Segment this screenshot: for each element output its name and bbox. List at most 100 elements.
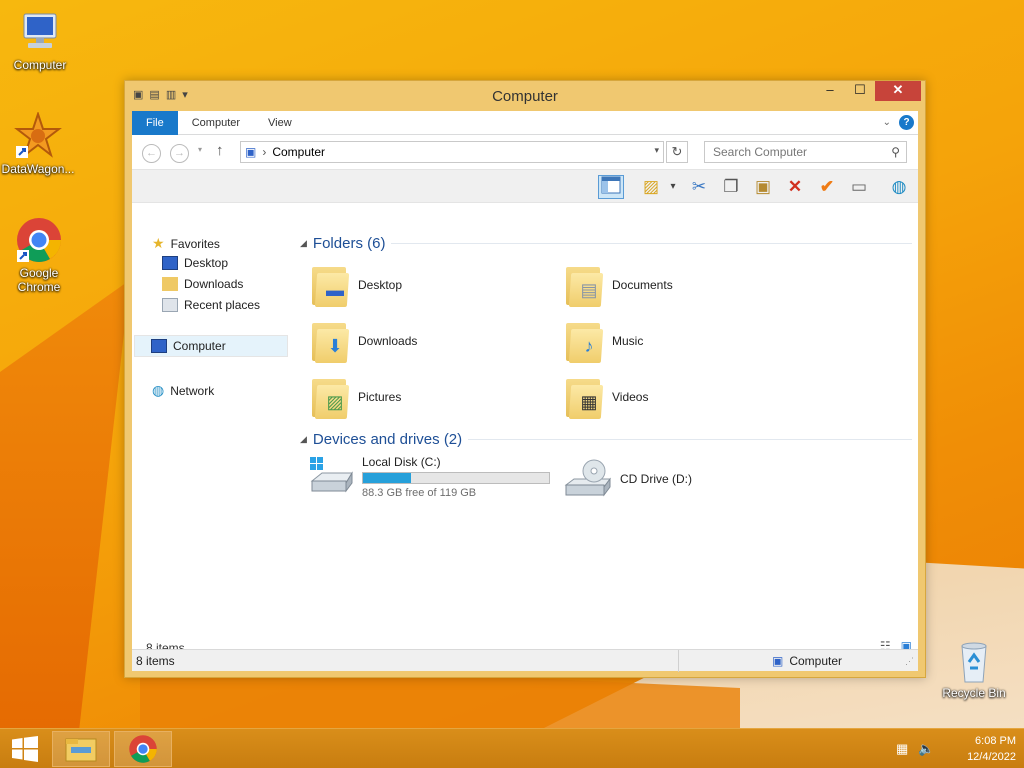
folder-label: Videos bbox=[612, 390, 649, 404]
network-tray-icon[interactable]: ▦ bbox=[896, 741, 908, 757]
clock-time: 6:08 PM bbox=[975, 735, 1016, 747]
maximize-button[interactable]: ☐ bbox=[845, 81, 875, 101]
folder-music[interactable]: ♪ Music bbox=[564, 319, 643, 363]
datawagon-icon bbox=[14, 110, 62, 160]
chrome-icon bbox=[15, 216, 63, 264]
group-title: Devices and drives (2) bbox=[312, 430, 463, 448]
address-bar[interactable]: ▣ › Computer ▾ bbox=[240, 141, 664, 163]
network-icon: ◍ bbox=[152, 382, 165, 398]
clock-date: 12/4/2022 bbox=[967, 751, 1016, 763]
nav-label: Downloads bbox=[184, 277, 244, 291]
status-bar: 8 items ▣ Computer ⋰ bbox=[132, 649, 918, 672]
folders-group-header[interactable]: ◢ Folders (6) bbox=[300, 233, 912, 253]
desktop-icon-label: Recycle Bin bbox=[942, 686, 1006, 700]
refresh-button[interactable]: ↻ bbox=[666, 141, 688, 163]
folder-pictures[interactable]: ▨ Pictures bbox=[310, 375, 401, 419]
desktop-icon-chrome[interactable]: Google Chrome bbox=[1, 216, 77, 294]
taskbar-chrome[interactable] bbox=[114, 731, 172, 767]
search-icon: ⚲ bbox=[891, 145, 900, 159]
star-icon: ★ bbox=[152, 235, 165, 251]
disk-usage-bar bbox=[362, 472, 550, 484]
desktop-icon-label: DataWagon... bbox=[1, 162, 75, 176]
downloads-folder-icon: ⬇ bbox=[310, 319, 350, 363]
help-icon[interactable]: ? bbox=[899, 115, 914, 130]
recycle-bin-icon bbox=[950, 636, 998, 684]
breadcrumb-separator[interactable]: › bbox=[262, 145, 266, 159]
group-title: Folders (6) bbox=[312, 234, 386, 252]
cd-drive-icon bbox=[564, 459, 611, 497]
folder-label: Music bbox=[612, 334, 644, 348]
desktop-icon-computer[interactable]: Computer bbox=[2, 8, 78, 72]
hard-drive-icon bbox=[310, 457, 353, 493]
ribbon-tabs: File Computer View ⌄ ? bbox=[132, 110, 918, 135]
collapse-icon[interactable]: ◢ bbox=[300, 434, 307, 445]
resize-grip-icon[interactable]: ⋰ bbox=[905, 656, 914, 667]
folder-label: Documents bbox=[612, 278, 673, 292]
copy-icon[interactable]: ❐ bbox=[718, 175, 744, 199]
search-placeholder: Search Computer bbox=[713, 145, 808, 159]
computer-small-icon: ▣ bbox=[245, 145, 257, 159]
pictures-folder-icon: ▨ bbox=[310, 375, 350, 419]
desktop-icon-label: Google Chrome bbox=[17, 266, 61, 294]
tab-view[interactable]: View bbox=[254, 111, 306, 135]
window-client: File Computer View ⌄ ? ← → ▾ ↑ ▣ › Compu… bbox=[132, 110, 918, 671]
folder-videos[interactable]: ▦ Videos bbox=[564, 375, 648, 419]
status-item-count: 8 items bbox=[136, 654, 175, 668]
nav-label: Recent places bbox=[184, 298, 261, 312]
address-dropdown-icon[interactable]: ▾ bbox=[654, 145, 659, 156]
devices-group-header[interactable]: ◢ Devices and drives (2) bbox=[300, 429, 912, 449]
status-location: Computer bbox=[789, 654, 843, 668]
desktop-folder-icon: ▬ bbox=[310, 263, 350, 307]
nav-desktop[interactable]: Desktop bbox=[162, 256, 228, 270]
forward-button[interactable]: → bbox=[170, 144, 189, 163]
nav-computer[interactable]: Computer bbox=[134, 335, 288, 357]
globe-icon[interactable]: ◍ bbox=[886, 175, 912, 199]
nav-favorites[interactable]: ★ Favorites bbox=[152, 235, 220, 252]
back-button[interactable]: ← bbox=[142, 144, 161, 163]
up-arrow-icon[interactable]: ↑ bbox=[216, 142, 224, 159]
nav-label: Favorites bbox=[170, 236, 220, 251]
nav-downloads[interactable]: Downloads bbox=[162, 277, 243, 291]
preview-pane-icon[interactable] bbox=[598, 175, 624, 199]
content-area: ◢ Folders (6) ▬ Desktop ▤ Documents ⬇ Do… bbox=[296, 229, 918, 629]
clock[interactable]: 6:08 PM 12/4/2022 bbox=[967, 733, 1016, 765]
taskbar-file-explorer[interactable] bbox=[52, 731, 110, 767]
nav-recent-places[interactable]: Recent places bbox=[162, 298, 260, 312]
disk-usage-fill bbox=[363, 473, 412, 483]
window-title: Computer bbox=[492, 88, 558, 105]
checkmark-icon[interactable]: ✔ bbox=[814, 175, 840, 199]
tab-computer[interactable]: Computer bbox=[178, 111, 254, 135]
expand-ribbon-icon[interactable]: ⌄ bbox=[883, 117, 891, 128]
collapse-icon[interactable]: ◢ bbox=[300, 238, 307, 249]
computer-icon bbox=[16, 8, 64, 56]
nav-network[interactable]: ◍ Network bbox=[152, 382, 214, 399]
desktop-icon-datawagon[interactable]: DataWagon... bbox=[0, 110, 76, 176]
command-toolbar: ▨ ▾ ✂ ❐ ▣ ✕ ✔ ▭ ◍ bbox=[132, 169, 918, 203]
volume-icon[interactable]: 🔈 bbox=[918, 741, 934, 757]
folder-documents[interactable]: ▤ Documents bbox=[564, 263, 673, 307]
navigation-pane: ★ Favorites Desktop Downloads Recent pla… bbox=[132, 229, 292, 629]
search-input[interactable]: Search Computer ⚲ bbox=[704, 141, 907, 163]
desktop-icon-recycle-bin[interactable]: Recycle Bin bbox=[936, 636, 1012, 700]
nav-label: Computer bbox=[173, 339, 226, 353]
delete-icon[interactable]: ✕ bbox=[782, 175, 808, 199]
wallpaper-shape bbox=[0, 280, 130, 740]
start-button[interactable] bbox=[0, 729, 50, 768]
drive-free-space: 88.3 GB free of 119 GB bbox=[362, 487, 477, 499]
drive-local-disk[interactable]: Local Disk (C:) 88.3 GB free of 119 GB bbox=[310, 455, 550, 499]
folder-downloads[interactable]: ⬇ Downloads bbox=[310, 319, 417, 363]
breadcrumb-computer[interactable]: Computer bbox=[272, 145, 325, 159]
chrome-icon bbox=[129, 735, 157, 763]
toolbar-dropdown-icon[interactable]: ▾ bbox=[660, 175, 686, 199]
tab-file[interactable]: File bbox=[132, 110, 178, 135]
title-bar[interactable]: ▣ ▤ ▥ ▾ Computer ‒ ☐ ✕ bbox=[125, 81, 925, 111]
folder-label: Desktop bbox=[358, 278, 403, 292]
close-button[interactable]: ✕ bbox=[875, 81, 921, 101]
drive-cd[interactable]: CD Drive (D:) bbox=[564, 459, 692, 499]
minimize-button[interactable]: ‒ bbox=[815, 81, 845, 101]
paste-icon[interactable]: ▣ bbox=[750, 175, 776, 199]
folder-desktop[interactable]: ▬ Desktop bbox=[310, 263, 402, 307]
recent-locations-icon[interactable]: ▾ bbox=[198, 145, 202, 154]
rename-icon[interactable]: ▭ bbox=[846, 175, 872, 199]
cut-icon[interactable]: ✂ bbox=[686, 175, 712, 199]
